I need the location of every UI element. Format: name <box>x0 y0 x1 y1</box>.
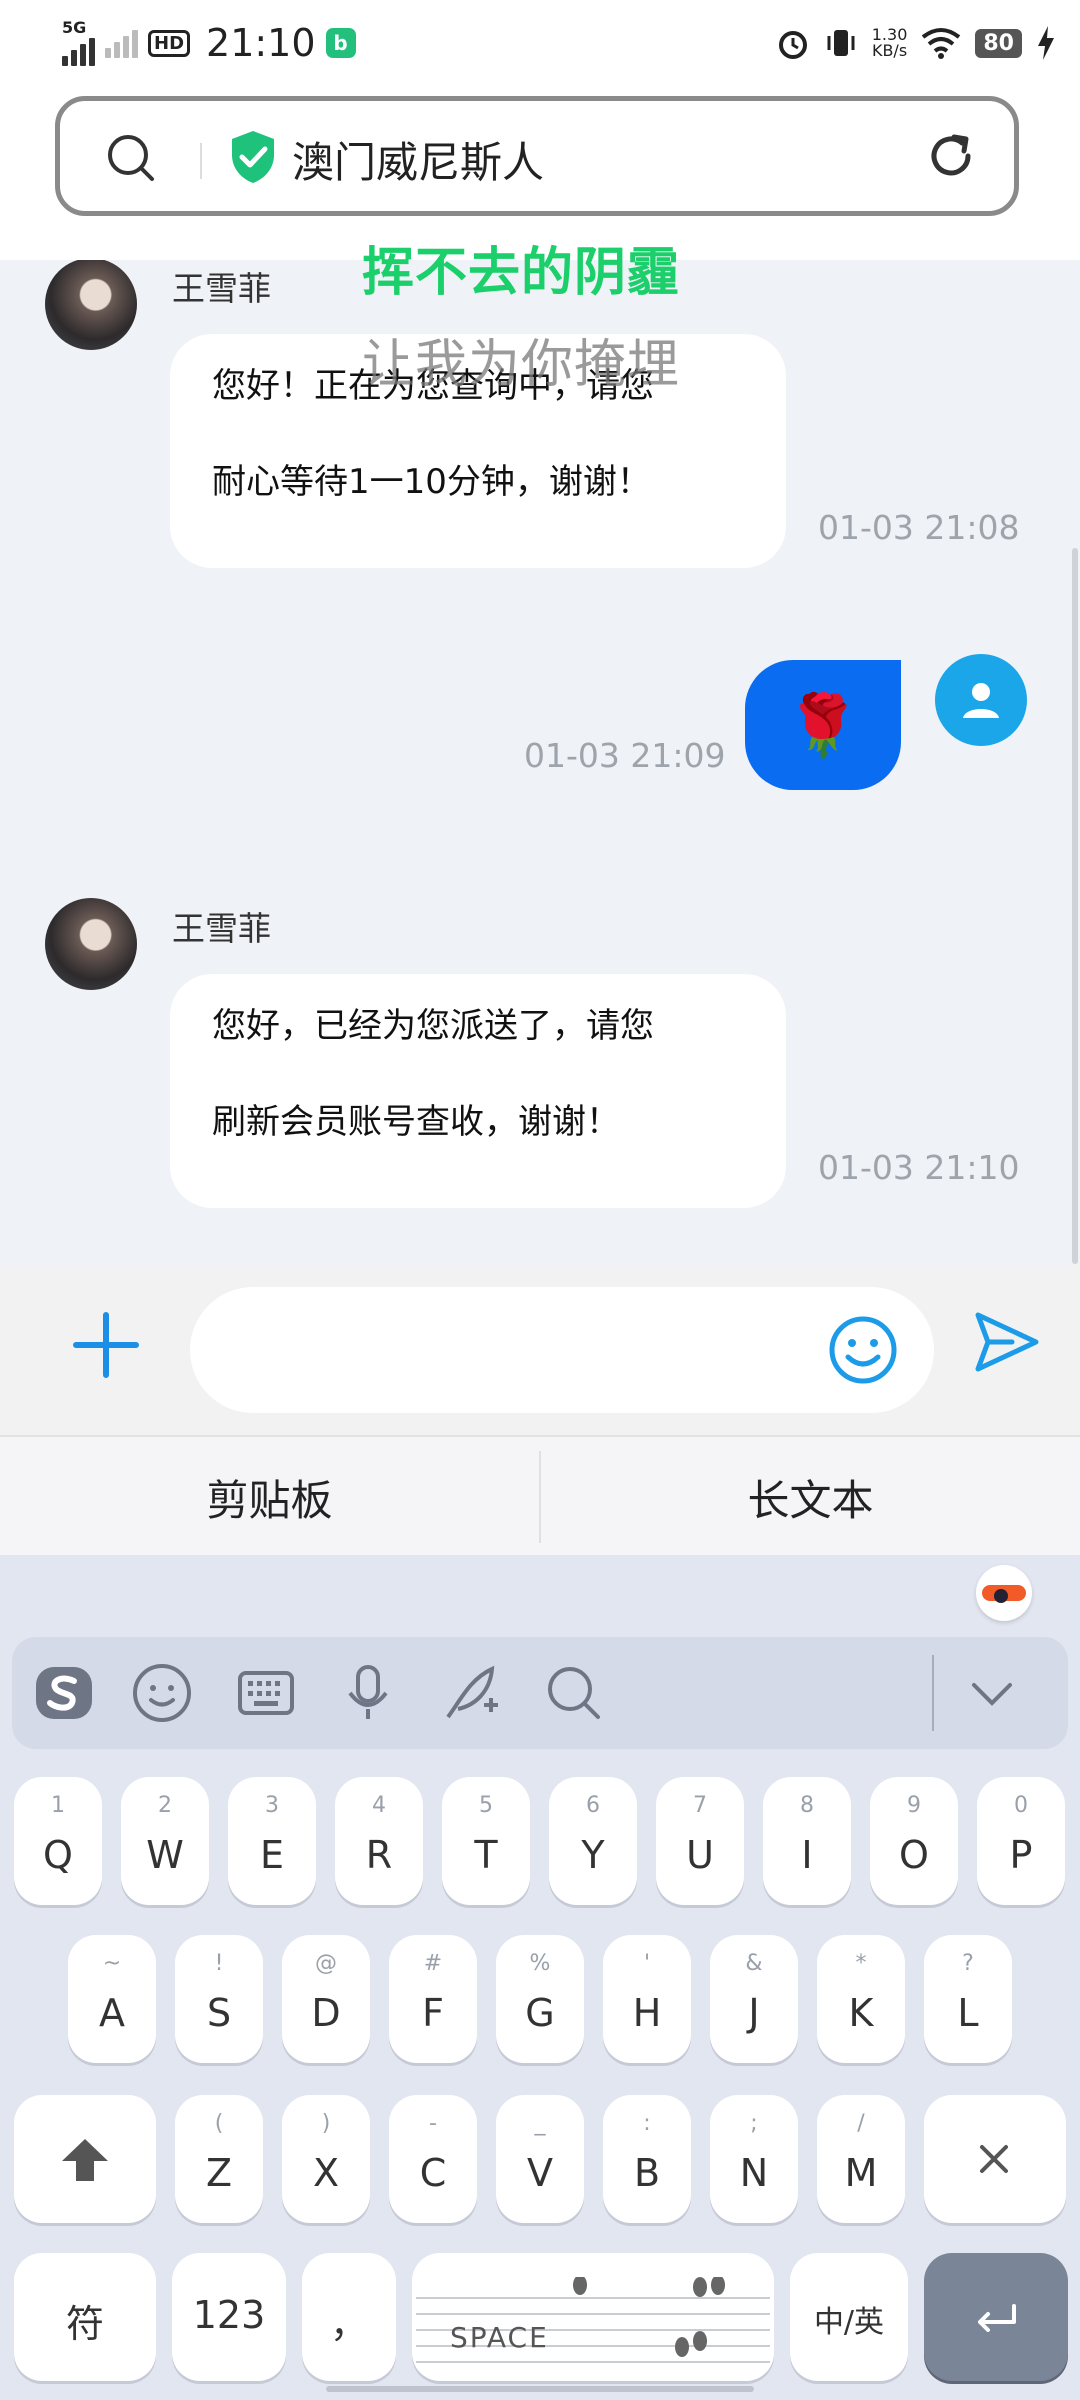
clock: 21:10 <box>206 21 316 65</box>
key-t[interactable]: 5T <box>442 1777 530 1905</box>
key-i[interactable]: 8I <box>763 1777 851 1905</box>
chat-area[interactable]: 王雪菲 您好！正在为您查询中，请您 耐心等待1一10分钟，谢谢！ 01-03 2… <box>0 260 1080 1265</box>
vibrate-icon <box>827 30 855 56</box>
keyboard-search-icon[interactable] <box>542 1661 606 1725</box>
key-p[interactable]: 0P <box>977 1777 1065 1905</box>
sender-name: 王雪菲 <box>172 909 271 948</box>
key-g[interactable]: % G <box>496 1935 584 2063</box>
message-bubble[interactable]: 您好，已经为您派送了，请您 刷新会员账号查收，谢谢！ <box>170 974 786 1208</box>
key-c[interactable]: -C <box>389 2095 477 2223</box>
key-v[interactable]: _ V <box>496 2095 584 2223</box>
emoji-icon[interactable] <box>828 1315 898 1385</box>
key-b[interactable]: :B <box>603 2095 691 2223</box>
divider <box>200 143 202 179</box>
message-line: 您好，已经为您派送了，请您 <box>212 1006 654 1046</box>
emoji-panel-icon[interactable] <box>130 1661 194 1725</box>
key-n[interactable]: ; N <box>710 2095 798 2223</box>
plus-icon[interactable] <box>70 1309 142 1381</box>
symbols-key[interactable]: 符 <box>14 2253 156 2381</box>
key-y[interactable]: 6Y <box>549 1777 637 1905</box>
lyrics-line-1: 挥不去的阴霾 <box>362 243 681 303</box>
clipboard-button[interactable]: 剪贴板 <box>0 1437 539 1557</box>
address-bar[interactable]: 澳门威尼斯人 <box>55 96 1019 216</box>
keyboard-toolbar <box>12 1637 1068 1749</box>
language-switch-key[interactable]: 中/英 <box>790 2253 908 2381</box>
app-notification-icon: b <box>325 28 356 58</box>
key-h[interactable]: ' H <box>603 1935 691 2063</box>
sender-name: 王雪菲 <box>172 269 271 308</box>
wifi-icon <box>922 28 961 59</box>
key-o[interactable]: 9O <box>870 1777 958 1905</box>
collapse-keyboard-icon[interactable] <box>960 1661 1024 1725</box>
secondary-signal-icon <box>105 28 138 58</box>
user-icon <box>963 683 999 718</box>
key-l[interactable]: ? L <box>924 1935 1012 2063</box>
key-j[interactable]: & J <box>710 1935 798 2063</box>
enter-key[interactable] <box>924 2253 1068 2381</box>
key-a[interactable]: ~ A <box>68 1935 156 2063</box>
composer-bar <box>0 1265 1080 1435</box>
message-line: 耐心等待1一10分钟，谢谢！ <box>212 462 651 502</box>
alarm-icon <box>778 31 807 59</box>
page-title: 澳门威尼斯人 <box>292 138 545 187</box>
shield-check-icon <box>232 131 274 183</box>
refresh-icon[interactable] <box>924 129 978 183</box>
charging-icon <box>1038 26 1054 60</box>
key-z[interactable]: (Z <box>175 2095 263 2223</box>
agent-avatar[interactable] <box>45 260 137 350</box>
space-label: SPACE <box>450 2321 549 2354</box>
soft-keyboard: 1Q 2W 3E 4R 5T 6Y 7U 8I 9O 0P ~ A ! S @ D #… <box>0 1555 1080 2400</box>
key-f[interactable]: # F <box>389 1935 477 2063</box>
birds-decoration-icon <box>573 2277 725 2357</box>
home-indicator[interactable] <box>326 2386 754 2392</box>
send-icon[interactable] <box>972 1307 1042 1377</box>
microphone-icon[interactable] <box>336 1661 400 1725</box>
lyrics-line-2: 让我为你掩埋 <box>362 335 681 395</box>
key-q[interactable]: 1Q <box>14 1777 102 1905</box>
backspace-icon <box>980 2145 1008 2173</box>
cellular-signal-icon: 5G <box>62 20 95 66</box>
numbers-key[interactable]: 123 <box>172 2253 286 2381</box>
key-u[interactable]: 7U <box>656 1777 744 1905</box>
space-key[interactable]: SPACE <box>412 2253 774 2381</box>
my-message-bubble[interactable]: 🌹 <box>745 660 901 790</box>
key-w[interactable]: 2W <box>121 1777 209 1905</box>
message-timestamp: 01-03 21:08 <box>818 508 1020 547</box>
message-timestamp: 01-03 21:10 <box>818 1148 1020 1187</box>
keyboard-suggestion-strip: 剪贴板 长文本 <box>0 1435 1080 1557</box>
message-line: 刷新会员账号查收，谢谢！ <box>212 1102 620 1142</box>
key-r[interactable]: 4R <box>335 1777 423 1905</box>
key-x[interactable]: ) X <box>282 2095 370 2223</box>
shift-arrow-icon <box>62 2139 108 2181</box>
long-text-button[interactable]: 长文本 <box>541 1437 1080 1557</box>
key-k[interactable]: * K <box>817 1935 905 2063</box>
key-d[interactable]: @ D <box>282 1935 370 2063</box>
keyboard-mascot-icon[interactable] <box>976 1565 1032 1621</box>
user-avatar[interactable] <box>935 654 1027 746</box>
network-speed: 1.30 KB/s <box>871 25 908 60</box>
hd-voice-icon: HD <box>148 29 191 57</box>
message-timestamp: 01-03 21:09 <box>524 736 726 775</box>
message-input[interactable] <box>190 1287 934 1413</box>
key-e[interactable]: 3E <box>228 1777 316 1905</box>
scrollbar[interactable] <box>1072 548 1078 1264</box>
enter-icon <box>978 2304 1016 2332</box>
key-m[interactable]: / M <box>817 2095 905 2223</box>
agent-avatar[interactable] <box>45 898 137 990</box>
keyboard-layout-icon[interactable] <box>234 1661 298 1725</box>
backspace-key[interactable] <box>924 2095 1066 2223</box>
handwriting-icon[interactable] <box>440 1661 504 1725</box>
rose-emoji: 🌹 <box>785 690 861 761</box>
shift-key[interactable] <box>14 2095 156 2223</box>
key-s[interactable]: ! S <box>175 1935 263 2063</box>
divider <box>932 1655 934 1731</box>
network-type: 5G <box>62 18 87 37</box>
status-bar: 5G HD 21:10 b 1.30 KB/s 80 <box>0 0 1080 84</box>
search-icon[interactable] <box>104 131 158 185</box>
sogou-logo-icon[interactable] <box>32 1661 96 1725</box>
battery-icon: 80 <box>975 28 1022 58</box>
punctuation-key[interactable]: ， <box>302 2253 396 2381</box>
